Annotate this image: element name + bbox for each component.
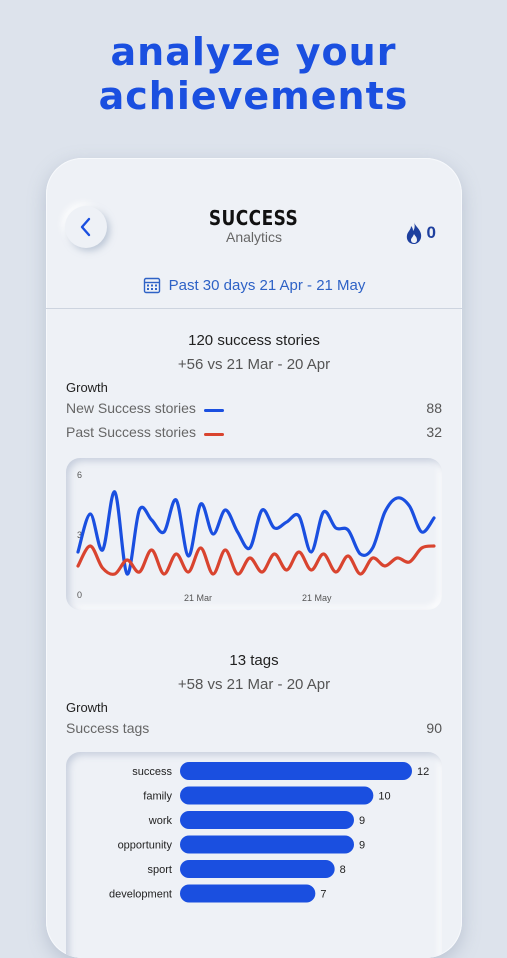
legend-value-past: 32	[426, 424, 442, 440]
streak-count: 0	[426, 223, 436, 242]
legend-swatch-new	[204, 409, 224, 412]
bar-value-label: 9	[359, 840, 365, 852]
tags-comparison: +58 vs 21 Mar - 20 Apr	[177, 676, 331, 693]
legend-row-new: New Success stories 88	[66, 400, 442, 420]
x-tick-label: 21 May	[302, 593, 332, 603]
legend-row-past: Past Success stories 32	[66, 424, 442, 444]
y-tick-label: 6	[77, 470, 82, 480]
date-range-selector[interactable]: Past 30 days 21 Apr - 21 May	[46, 276, 462, 294]
y-tick-label: 0	[77, 590, 82, 600]
promo-headline: analyze your achievements	[0, 30, 507, 118]
bar-category-label: success	[132, 766, 172, 778]
headline-line-1: analyze your	[110, 30, 397, 74]
bar-family[interactable]	[180, 786, 374, 805]
line-chart-card: 6 3 0 21 Mar 21 May	[66, 458, 442, 610]
stories-growth-label: Growth	[66, 380, 108, 395]
bar-value-label: 9	[359, 815, 365, 827]
bar-success[interactable]	[180, 762, 412, 780]
bar-category-label: development	[109, 889, 172, 901]
date-range-label: Past 30 days 21 Apr - 21 May	[168, 276, 366, 294]
bar-value-label: 10	[378, 791, 390, 803]
bar-opportunity[interactable]	[180, 835, 354, 854]
bar-category-label: opportunity	[118, 840, 173, 852]
tags-bar-chart-card: success 12 family 10 work 9 opportunity 9 sport 8…	[66, 752, 442, 958]
tags-summary-label: Success tags	[66, 720, 150, 736]
stories-line-chart: 630 21 Mar 21 May	[76, 470, 436, 603]
bar-value-label: 7	[320, 889, 326, 901]
stories-comparison: +56 vs 21 Mar - 20 Apr	[177, 356, 331, 373]
bar-sport[interactable]	[180, 860, 335, 878]
phone-screen: SUCCESS Analytics 0 Past 30 days 21 Apr …	[46, 158, 462, 958]
legend-label-past: Past Success stories	[66, 424, 196, 440]
calendar-icon	[143, 277, 160, 294]
flame-icon	[406, 222, 421, 244]
legend-swatch-past	[204, 433, 224, 436]
bar-value-label: 8	[340, 864, 346, 876]
screen-title: SUCCESS	[209, 206, 299, 230]
tags-count-title: 13 tags	[229, 652, 279, 669]
tags-growth-label: Growth	[66, 700, 108, 715]
bar-work[interactable]	[180, 811, 354, 829]
legend-value-new: 88	[426, 400, 442, 416]
bar-category-label: sport	[148, 864, 172, 876]
bar-category-label: work	[148, 815, 173, 827]
screen-header: SUCCESS Analytics	[46, 206, 462, 245]
headline-line-2: achievements	[98, 74, 409, 118]
x-tick-label: 21 Mar	[184, 593, 212, 603]
screen-subtitle: Analytics	[225, 229, 283, 245]
tags-bar-chart: success 12 family 10 work 9 opportunity 9 sport 8…	[109, 762, 429, 903]
legend-label-new: New Success stories	[66, 400, 196, 416]
header-divider	[46, 308, 462, 309]
tags-summary-row: Success tags 90	[66, 720, 442, 740]
tags-summary-value: 90	[426, 720, 442, 736]
streak-badge[interactable]: 0	[404, 221, 436, 245]
bar-category-label: family	[143, 791, 172, 803]
stories-count-title: 120 success stories	[188, 332, 320, 349]
bar-value-label: 12	[417, 766, 429, 778]
